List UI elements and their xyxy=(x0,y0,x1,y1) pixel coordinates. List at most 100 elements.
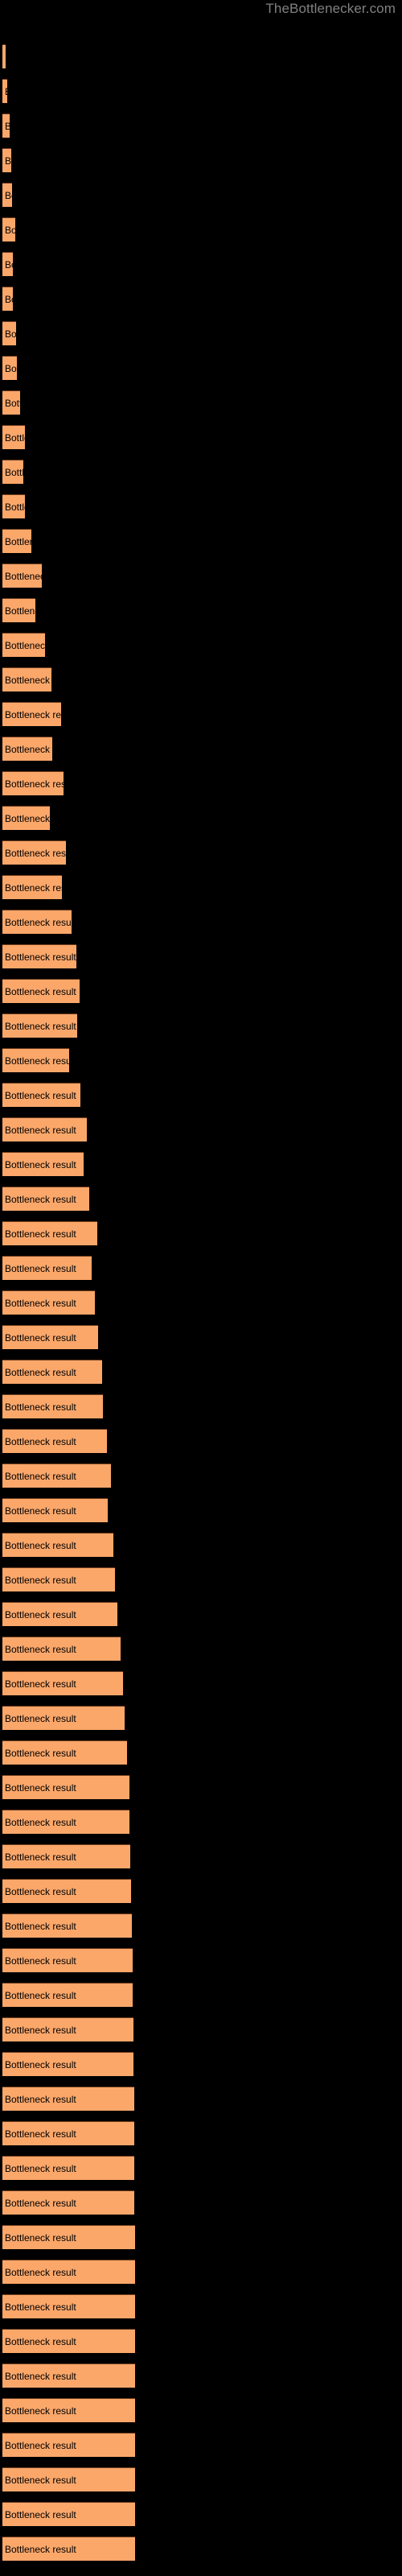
bar-label: Bottleneck result xyxy=(5,1747,76,1759)
bar[interactable]: Bottleneck result xyxy=(2,1083,80,1107)
bar[interactable]: Bottleneck result xyxy=(2,1706,125,1730)
bar-label: Bottleneck result xyxy=(5,362,17,374)
bar[interactable]: Bottleneck result xyxy=(2,2260,135,2284)
bar-label: Bottleneck result xyxy=(5,2508,76,2520)
bar-label: Bottleneck result xyxy=(5,812,50,824)
bar[interactable]: Bottleneck result xyxy=(2,1429,107,1453)
bar[interactable]: Bottleneck result xyxy=(2,217,15,242)
bar-label: Bottleneck result xyxy=(5,1366,76,1378)
bar-label: Bottleneck result xyxy=(5,2370,76,2382)
bar[interactable]: Bottleneck result xyxy=(2,321,16,345)
bar-label: Bottleneck result xyxy=(5,639,45,651)
bar-label: Bottleneck result xyxy=(5,189,12,201)
bar[interactable]: Bottleneck result xyxy=(2,1187,89,1211)
bar[interactable]: Bottleneck result xyxy=(2,183,12,207)
bar[interactable]: Bottleneck result xyxy=(2,2087,134,2111)
bar[interactable]: Bottleneck result xyxy=(2,252,13,276)
bar[interactable]: Bottleneck result xyxy=(2,1256,92,1280)
bar[interactable]: Bottleneck result xyxy=(2,1221,97,1245)
bar-label: Bottleneck result xyxy=(5,1435,76,1447)
bar-label: Bottleneck result xyxy=(5,2301,76,2313)
bar[interactable]: Bottleneck result xyxy=(2,1913,132,1938)
bar-label: Bottleneck result xyxy=(5,258,13,270)
bar[interactable]: Bottleneck result xyxy=(2,1463,111,1488)
bar[interactable]: Bottleneck result xyxy=(2,944,76,968)
bar[interactable]: Bottleneck result xyxy=(2,79,7,103)
bar-label: Bottleneck result xyxy=(5,1574,76,1586)
bar-label: Bottleneck result xyxy=(5,1055,69,1067)
bar-label: Bottleneck result xyxy=(5,2335,76,2347)
bar[interactable]: Bottleneck result xyxy=(2,806,50,830)
bar-label: Bottleneck result xyxy=(5,293,13,305)
bar[interactable]: Bottleneck result xyxy=(2,1775,129,1799)
bar[interactable]: Bottleneck result xyxy=(2,702,61,726)
bar[interactable]: Bottleneck result xyxy=(2,667,51,691)
bar[interactable]: Bottleneck result xyxy=(2,2502,135,2526)
bar[interactable]: Bottleneck result xyxy=(2,148,11,172)
bar[interactable]: Bottleneck result xyxy=(2,737,52,761)
bar-label: Bottleneck result xyxy=(5,847,66,859)
bar-label: Bottleneck result xyxy=(5,1297,76,1309)
bar[interactable]: Bottleneck result xyxy=(2,2017,133,2041)
bar[interactable]: Bottleneck result xyxy=(2,287,13,311)
bar-label: Bottleneck result xyxy=(5,1539,76,1551)
bar[interactable]: Bottleneck result xyxy=(2,1879,131,1903)
bar[interactable]: Bottleneck result xyxy=(2,2052,133,2076)
bar[interactable]: Bottleneck result xyxy=(2,2433,135,2457)
bar[interactable]: Bottleneck result xyxy=(2,633,45,657)
bar[interactable]: Bottleneck result xyxy=(2,1602,117,1626)
bar[interactable]: Bottleneck result xyxy=(2,390,20,415)
bar[interactable]: Bottleneck result xyxy=(2,910,72,934)
bar[interactable]: Bottleneck result xyxy=(2,1567,115,1591)
bar[interactable]: Bottleneck result xyxy=(2,2294,135,2318)
bar[interactable]: Bottleneck result xyxy=(2,1810,129,1834)
bar[interactable]: Bottleneck result xyxy=(2,2225,135,2249)
bar[interactable]: Bottleneck result xyxy=(2,1498,108,1522)
bar[interactable]: Bottleneck result xyxy=(2,1740,127,1765)
bar[interactable]: Bottleneck result xyxy=(2,840,66,865)
bar[interactable]: Bottleneck result xyxy=(2,114,10,138)
bar[interactable]: Bottleneck result xyxy=(2,1290,95,1315)
bar[interactable]: Bottleneck result xyxy=(2,1048,69,1072)
bar[interactable]: Bottleneck result xyxy=(2,2121,134,2145)
bar[interactable]: Bottleneck result xyxy=(2,1983,133,2007)
bar[interactable]: Bottleneck result xyxy=(2,2398,135,2422)
bar[interactable]: Bottleneck result xyxy=(2,1360,102,1384)
bar[interactable]: Bottleneck result xyxy=(2,2156,134,2180)
bar[interactable]: Bottleneck result xyxy=(2,1671,123,1695)
bar[interactable]: Bottleneck result xyxy=(2,1533,113,1557)
bar[interactable]: Bottleneck result xyxy=(2,2467,135,2491)
bar[interactable]: Bottleneck result xyxy=(2,1152,84,1176)
bar-label: Bottleneck result xyxy=(5,501,25,513)
bar[interactable]: Bottleneck result xyxy=(2,1844,130,1868)
bar-label: Bottleneck result xyxy=(5,2197,76,2209)
bar[interactable]: Bottleneck result xyxy=(2,44,6,68)
bar[interactable]: Bottleneck result xyxy=(2,425,25,449)
bar[interactable]: Bottleneck result xyxy=(2,494,25,518)
bar[interactable]: Bottleneck result xyxy=(2,356,17,380)
bar[interactable]: Bottleneck result xyxy=(2,2329,135,2353)
bar[interactable]: Bottleneck result xyxy=(2,1117,87,1141)
bar[interactable]: Bottleneck result xyxy=(2,564,42,588)
bar-label: Bottleneck result xyxy=(5,1020,76,1032)
bar[interactable]: Bottleneck result xyxy=(2,771,64,795)
bar[interactable]: Bottleneck result xyxy=(2,1013,77,1038)
bar[interactable]: Bottleneck result xyxy=(2,979,80,1003)
bar[interactable]: Bottleneck result xyxy=(2,1325,98,1349)
bar[interactable]: Bottleneck result xyxy=(2,2363,135,2388)
bar-label: Bottleneck result xyxy=(5,1089,76,1101)
bar[interactable]: Bottleneck result xyxy=(2,2190,134,2215)
bar[interactable]: Bottleneck result xyxy=(2,1637,121,1661)
bar-label: Bottleneck result xyxy=(5,535,31,547)
bar[interactable]: Bottleneck result xyxy=(2,1394,103,1418)
bar-label: Bottleneck result xyxy=(5,466,23,478)
bar[interactable]: Bottleneck result xyxy=(2,875,62,899)
bar[interactable]: Bottleneck result xyxy=(2,529,31,553)
bar[interactable]: Bottleneck result xyxy=(2,2537,135,2561)
bar[interactable]: Bottleneck result xyxy=(2,1948,133,1972)
bar[interactable]: Bottleneck result xyxy=(2,598,35,622)
bar-label: Bottleneck result xyxy=(5,2405,76,2417)
bar-label: Bottleneck result xyxy=(5,2128,76,2140)
bar[interactable]: Bottleneck result xyxy=(2,460,23,484)
bar-label: Bottleneck result xyxy=(5,1331,76,1344)
